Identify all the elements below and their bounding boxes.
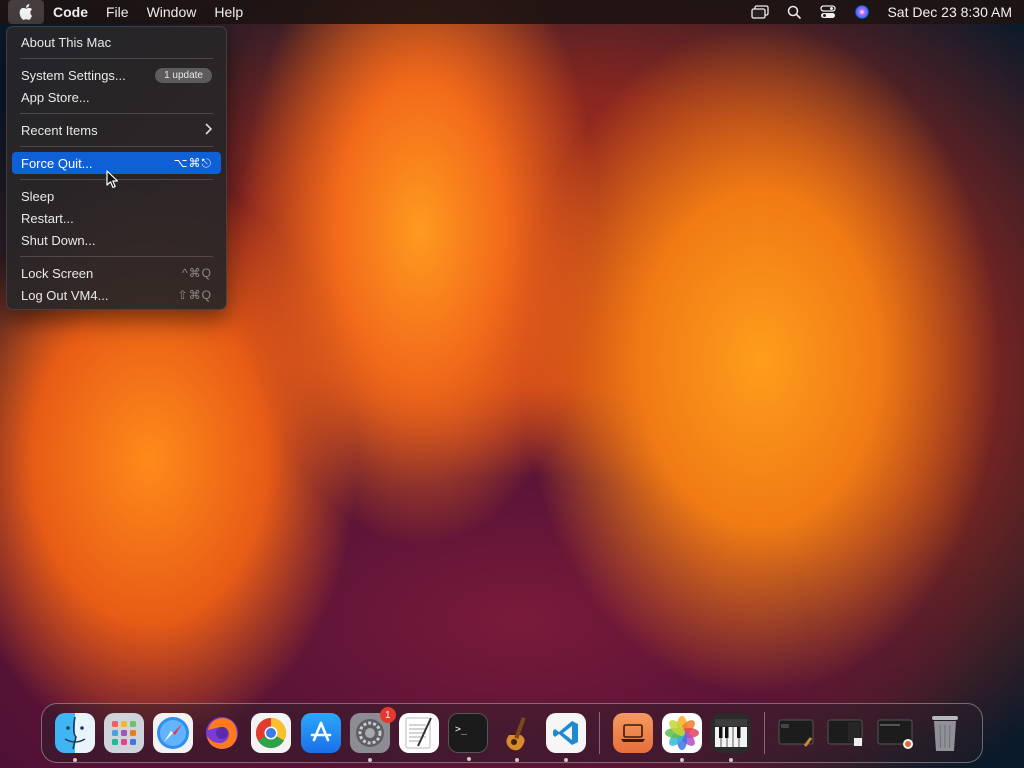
dock-app-store-icon[interactable]: [300, 713, 341, 753]
menu-item-recent-items[interactable]: Recent Items: [12, 119, 221, 141]
keyboard-shortcut: ⇧⌘Q: [177, 288, 212, 302]
mouse-pointer-icon: [106, 170, 119, 189]
menu-item-label: Force Quit...: [21, 155, 93, 171]
menu-separator: [20, 256, 213, 257]
menubar-status-area: Sat Dec 23 8:30 AM: [743, 0, 1024, 24]
dock-laptop-icon[interactable]: [612, 713, 653, 753]
running-indicator: [367, 758, 372, 762]
dock: 1 >_: [41, 703, 983, 763]
keyboard-shortcut: ⌥⌘⎋: [173, 155, 212, 170]
menu-item-log-out[interactable]: Log Out VM4... ⇧⌘Q: [12, 284, 221, 306]
dock-divider: [599, 712, 601, 754]
apple-menu-dropdown: About This Mac System Settings... 1 upda…: [6, 26, 227, 310]
control-center-icon[interactable]: [811, 0, 845, 24]
menu-item-label: Restart...: [21, 210, 74, 226]
menu-item-label: Sleep: [21, 188, 55, 204]
dock-firefox-icon[interactable]: [202, 713, 242, 753]
running-indicator: [467, 757, 472, 761]
menu-bar: Code File Window Help Sat Dec 23 8:30 AM: [0, 0, 1024, 24]
svg-text:>_: >_: [455, 724, 468, 735]
menu-separator: [20, 113, 213, 114]
menu-item-label: Recent Items: [21, 122, 98, 138]
screen-mirroring-icon[interactable]: [743, 0, 777, 24]
menu-item-label: About This Mac: [21, 34, 112, 50]
running-indicator: [564, 758, 569, 762]
update-badge: 1 update: [155, 67, 212, 83]
menu-item-shut-down[interactable]: Shut Down...: [12, 229, 221, 251]
apple-menu-icon[interactable]: [8, 0, 44, 24]
dock-minimized-window-1-icon[interactable]: [777, 713, 817, 753]
menu-separator: [20, 58, 213, 59]
siri-icon[interactable]: [845, 0, 879, 24]
dock-terminal-icon[interactable]: >_: [448, 713, 489, 761]
dock-finder-icon[interactable]: [54, 713, 95, 762]
menu-item-label: Log Out VM4...: [21, 287, 109, 303]
menu-separator: [20, 146, 213, 147]
running-indicator: [72, 758, 77, 762]
menu-item-lock-screen[interactable]: Lock Screen ^⌘Q: [12, 262, 221, 284]
dock-trash-icon[interactable]: [925, 713, 965, 753]
menu-help[interactable]: Help: [205, 0, 252, 24]
dock-minimized-window-3-icon[interactable]: [876, 713, 916, 753]
menu-item-label: System Settings...: [21, 67, 126, 83]
dock-divider: [763, 712, 765, 754]
dock-piano-icon[interactable]: [711, 713, 752, 762]
menu-item-about-this-mac[interactable]: About This Mac: [12, 31, 221, 53]
menu-window[interactable]: Window: [138, 0, 206, 24]
menu-item-label: App Store...: [21, 89, 90, 105]
dock-safari-icon[interactable]: [152, 713, 193, 753]
menubar-clock[interactable]: Sat Dec 23 8:30 AM: [887, 4, 1012, 20]
running-indicator: [729, 758, 734, 762]
dock-chrome-icon[interactable]: [251, 713, 292, 753]
keyboard-shortcut: ^⌘Q: [182, 266, 212, 280]
chevron-right-icon: [204, 122, 213, 138]
menu-item-app-store[interactable]: App Store...: [12, 86, 221, 108]
dock-launchpad-icon[interactable]: [103, 713, 144, 753]
menu-item-label: Lock Screen: [21, 265, 94, 281]
menu-item-restart[interactable]: Restart...: [12, 207, 221, 229]
menu-item-system-settings[interactable]: System Settings... 1 update: [12, 64, 221, 86]
dock-vscode-icon[interactable]: [546, 713, 587, 762]
dock-textedit-icon[interactable]: [398, 713, 439, 753]
dock-garageband-icon[interactable]: [497, 713, 537, 762]
dock-minimized-window-2-icon[interactable]: [826, 713, 866, 753]
dock-system-settings-icon[interactable]: 1: [349, 707, 396, 762]
app-menu-code[interactable]: Code: [44, 0, 97, 24]
dock-photos-icon[interactable]: [661, 713, 702, 762]
running-indicator: [679, 758, 684, 762]
notification-badge: 1: [379, 707, 396, 723]
menu-item-label: Shut Down...: [21, 232, 96, 248]
spotlight-search-icon[interactable]: [777, 0, 811, 24]
running-indicator: [515, 758, 520, 762]
menu-file[interactable]: File: [97, 0, 138, 24]
